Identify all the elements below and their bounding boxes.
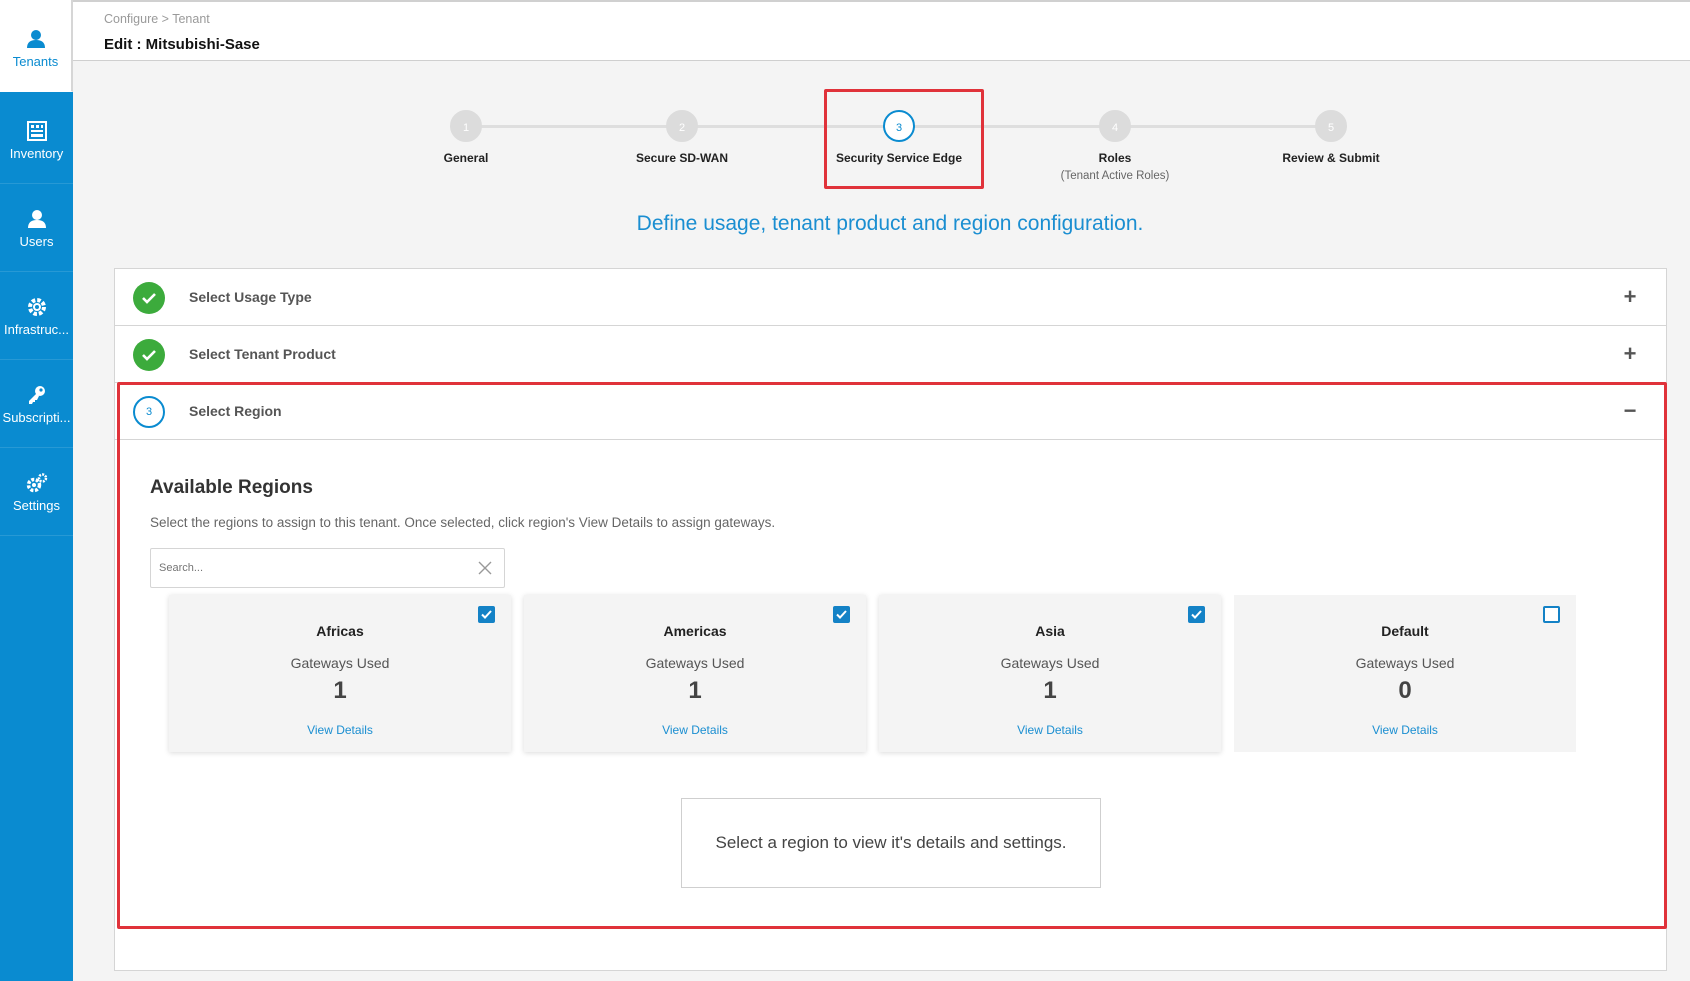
step-sublabel: (Tenant Active Roles) [1060,170,1170,182]
sidebar-item-label: Inventory [9,146,64,161]
step-secure-sd-wan[interactable]: 2 Secure SD-WAN [582,110,782,165]
sidebar-item-label: Users [19,234,54,249]
step-label: General [443,151,489,165]
gateways-used-count: 1 [333,677,347,704]
region-name: Americas [663,623,727,639]
accordion-label: Select Tenant Product [189,346,336,362]
sidebar-item-label: Subscripti... [2,410,71,425]
tenants-icon [26,30,45,48]
sidebar-item-inventory[interactable]: Inventory [0,92,73,184]
infrastructure-icon [27,298,46,316]
step-roles[interactable]: 4 Roles (Tenant Active Roles) [1015,110,1215,182]
complete-check-icon [133,282,165,314]
region-search-input[interactable] [159,557,459,579]
region-name: Asia [1035,623,1065,639]
sidebar-item-subscriptions[interactable]: Subscripti... [0,356,73,448]
region-search [150,548,505,588]
region-checkbox[interactable] [833,606,850,623]
gateways-used-label: Gateways Used [1000,655,1100,671]
step-highlight-box [824,89,984,189]
region-name: Default [1381,623,1429,639]
view-details-link[interactable]: View Details [879,723,1221,737]
step-general[interactable]: 1 General [366,110,566,165]
region-checkbox[interactable] [478,606,495,623]
view-details-link[interactable]: View Details [524,723,866,737]
region-card-asia: Asia Gateways Used 1 View Details [879,595,1221,752]
accordion-tenant-product[interactable]: Select Tenant Product + [115,326,1666,383]
gateways-used-label: Gateways Used [1355,655,1455,671]
gateways-used-label: Gateways Used [645,655,745,671]
page-header: Configure > Tenant Edit : Mitsubishi-Sas… [73,0,1690,61]
complete-check-icon [133,339,165,371]
breadcrumb[interactable]: Configure > Tenant [104,12,210,26]
available-regions-title: Available Regions [150,477,313,498]
region-card-default: Default Gateways Used 0 View Details [1234,595,1576,752]
region-checkbox[interactable] [1543,606,1560,623]
step-number: 4 [1099,110,1131,142]
inventory-icon [26,121,47,141]
step-number: 2 [666,110,698,142]
gateways-used-count: 0 [1398,677,1412,704]
region-checkbox[interactable] [1188,606,1205,623]
region-card-americas: Americas Gateways Used 1 View Details [524,595,866,752]
expand-plus-icon[interactable]: + [1620,343,1640,365]
gateways-used-count: 1 [688,677,702,704]
sidebar-item-infrastructure[interactable]: Infrastruc... [0,268,73,360]
settings-icon [26,473,47,493]
sidebar-item-label: Settings [13,498,60,513]
step-number: 1 [450,110,482,142]
sidebar: Tenants Inventory Users Infrastruc... Su… [0,0,73,981]
step-number: 5 [1315,110,1347,142]
accordion-usage-type[interactable]: Select Usage Type + [115,269,1666,326]
sidebar-item-label: Tenants [12,54,59,69]
sidebar-item-settings[interactable]: Settings [0,444,73,536]
accordion-label: Select Usage Type [189,289,312,305]
view-details-link[interactable]: View Details [1234,723,1576,737]
gateways-used-label: Gateways Used [290,655,390,671]
step-label: Review & Submit [1282,151,1380,165]
gateways-used-count: 1 [1043,677,1057,704]
sidebar-item-tenants[interactable]: Tenants [0,0,73,92]
clear-icon[interactable] [476,559,494,577]
step-review-submit[interactable]: 5 Review & Submit [1231,110,1431,165]
region-details-placeholder: Select a region to view it's details and… [681,798,1101,888]
page-title: Edit : Mitsubishi-Sase [104,36,260,53]
step-label: Roles [1098,151,1132,165]
expand-plus-icon[interactable]: + [1620,286,1640,308]
sidebar-item-label: Infrastruc... [3,322,70,337]
key-icon [28,386,45,404]
view-details-link[interactable]: View Details [169,723,511,737]
region-card-africas: Africas Gateways Used 1 View Details [169,595,511,752]
wizard-subtitle: Define usage, tenant product and region … [636,212,1144,235]
step-label: Secure SD-WAN [635,151,729,165]
region-name: Africas [316,623,364,639]
available-regions-description: Select the regions to assign to this ten… [150,515,776,530]
